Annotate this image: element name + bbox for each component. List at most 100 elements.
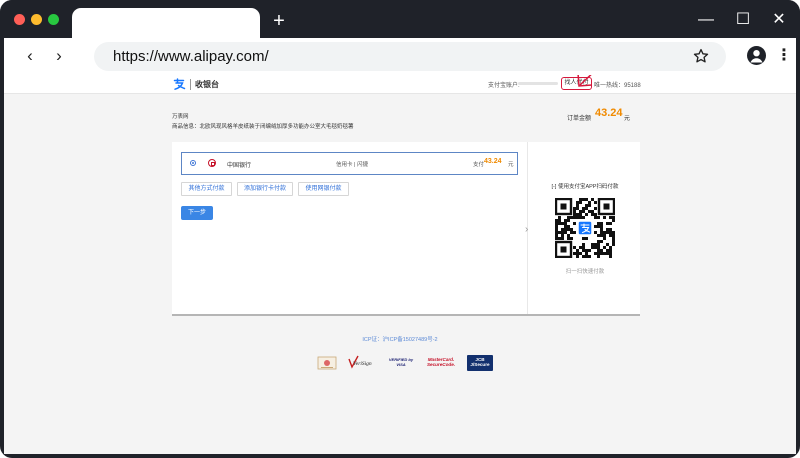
maximize-window-dot[interactable] [48, 14, 59, 25]
order-amount-label: 订单金额 [567, 116, 592, 122]
other-payment-button[interactable]: 其他方式付款 [181, 182, 232, 196]
active-tab[interactable] [72, 8, 260, 40]
mastercard-securecode-badge: MasterCard. SecureCode. [423, 355, 459, 371]
qr-module [603, 246, 606, 249]
qr-module [594, 201, 597, 204]
browser-window: + — ☐ ✕ ‹ › https://www.alipay.com/ ⋮ 收银… [0, 0, 800, 458]
qr-module [561, 222, 564, 225]
qr-module [576, 216, 579, 219]
minimize-icon[interactable]: — [696, 10, 716, 30]
bank-radio[interactable] [190, 160, 196, 166]
qr-module [564, 219, 567, 222]
qr-module [555, 231, 558, 234]
goods-info: 商品信息：北欧风现风格羊皮纸装于闭编绒加厚多功能办公室大毛毯奶毯薯 [172, 124, 354, 130]
annotation-arrow-icon [577, 75, 593, 87]
url-text[interactable]: https://www.alipay.com/ [113, 48, 269, 65]
qr-module [597, 246, 600, 249]
qr-module [609, 252, 612, 255]
minimize-window-dot[interactable] [31, 14, 42, 25]
back-button[interactable]: ‹ [20, 46, 40, 66]
qr-module [609, 234, 612, 237]
online-banking-button[interactable]: 使用网银付款 [298, 182, 349, 196]
visa-text: VERIFIED by VISA [388, 357, 414, 367]
close-icon[interactable]: ✕ [769, 10, 789, 30]
qr-module [597, 252, 600, 255]
qr-card: [-] 使用支付宝APP扫码付款 扫一扫快速付款 [543, 177, 627, 282]
selected-bank-card[interactable]: 中国银行 信用卡 | 闪捷 支付 43.24 元 [181, 152, 518, 175]
bank-name: 中国银行 [227, 163, 252, 169]
bank-of-china-icon [208, 159, 216, 167]
order-amount-unit: 元 [624, 116, 631, 122]
qr-module [591, 210, 594, 213]
qr-module [612, 243, 615, 246]
qr-module [582, 255, 585, 258]
qr-module [603, 252, 606, 255]
qr-module [609, 249, 612, 252]
qr-module [558, 219, 561, 222]
qr-module [555, 225, 558, 228]
qr-module [594, 246, 597, 249]
maximize-icon[interactable]: ☐ [733, 10, 753, 30]
qr-module [606, 243, 609, 246]
verified-by-visa-badge: VERIFIED by VISA [388, 355, 414, 371]
qr-module [612, 219, 615, 222]
cashier-title: 收银台 [195, 80, 219, 89]
forward-button[interactable]: › [49, 46, 69, 66]
qr-module [606, 252, 609, 255]
alipay-logo-icon [172, 77, 186, 91]
icp-license-link[interactable]: ICP证：沪ICP备15027489号-2 [4, 335, 796, 343]
qr-module [588, 255, 591, 258]
qr-module [579, 252, 582, 255]
qr-module [612, 234, 615, 237]
qr-module [609, 216, 612, 219]
qr-module [573, 246, 576, 249]
qr-module [582, 237, 585, 240]
browser-menu-icon[interactable]: ⋮ [776, 46, 792, 66]
qr-module [576, 252, 579, 255]
collapse-chevron-icon[interactable]: › [525, 224, 528, 235]
order-amount: 43.24 [595, 107, 623, 119]
qr-module [564, 225, 567, 228]
merchant-name: 万表网 [172, 114, 189, 120]
qr-module [609, 231, 612, 234]
qr-module [606, 249, 609, 252]
qr-module [567, 237, 570, 240]
qr-module [600, 225, 603, 228]
qr-module [585, 204, 588, 207]
qr-module [597, 216, 600, 219]
jcb-secure-badge: JCB J/Secure [467, 355, 493, 371]
qr-module [606, 222, 609, 225]
jcb-text: JCB J/Secure [470, 357, 490, 368]
qr-module [585, 237, 588, 240]
new-tab-button[interactable]: + [268, 10, 290, 32]
profile-avatar-icon[interactable] [747, 46, 766, 65]
browser-toolbar: ‹ › https://www.alipay.com/ ⋮ [4, 38, 796, 75]
address-bar[interactable]: https://www.alipay.com/ [94, 42, 726, 71]
qr-module [555, 222, 558, 225]
close-window-dot[interactable] [14, 14, 25, 25]
qr-module [567, 225, 570, 228]
account-value-blurred [518, 82, 558, 85]
qr-module [597, 243, 600, 246]
pay-amount: 43.24 [484, 158, 502, 165]
qr-code-image [555, 198, 615, 258]
qr-module [558, 222, 561, 225]
next-step-button[interactable]: 下一步 [181, 206, 213, 220]
qr-module [567, 234, 570, 237]
bookmark-star-icon[interactable] [692, 47, 710, 65]
title-bar: + — ☐ ✕ [0, 0, 800, 40]
qr-module [597, 234, 600, 237]
qr-module [555, 219, 558, 222]
qr-module [603, 234, 606, 237]
qr-module [600, 222, 603, 225]
qr-module [576, 207, 579, 210]
qr-module [606, 228, 609, 231]
add-card-button[interactable]: 添加银行卡付款 [237, 182, 293, 196]
qr-module [573, 213, 576, 216]
qr-footer: 扫一扫快速付款 [565, 269, 605, 275]
qr-module [609, 255, 612, 258]
qr-module [576, 204, 579, 207]
qr-module [570, 231, 573, 234]
qr-title: [-] 使用支付宝APP扫码付款 [551, 184, 619, 190]
qr-module [591, 243, 594, 246]
